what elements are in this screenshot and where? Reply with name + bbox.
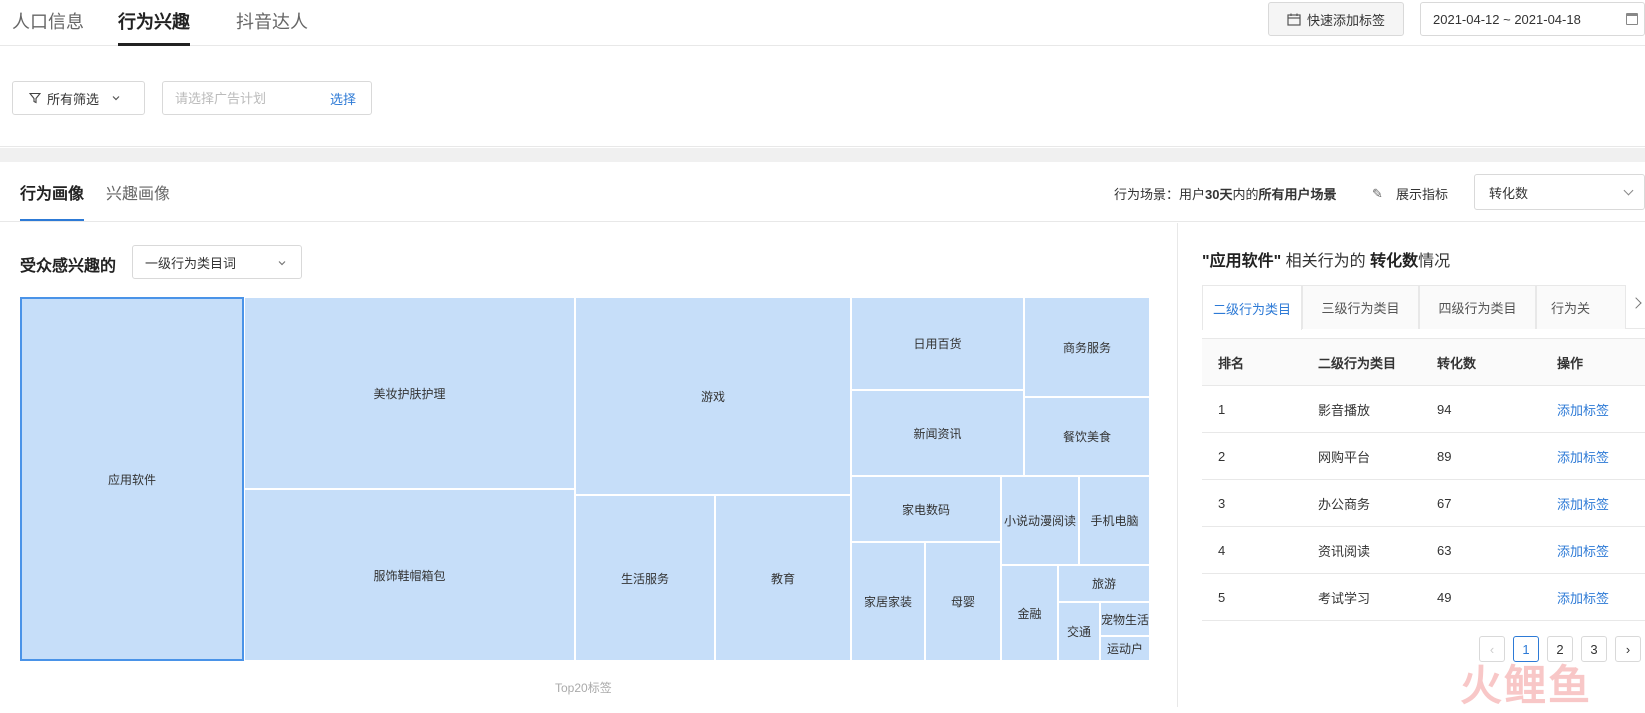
conversions-cell: 49: [1421, 573, 1541, 621]
quick-add-tag-label: 快速添加标签: [1306, 12, 1385, 28]
treemap-cell[interactable]: 手机电脑: [1079, 476, 1150, 565]
category-cell: 考试学习: [1302, 573, 1421, 621]
chevron-down-icon: [112, 96, 120, 101]
conversions-cell: 63: [1421, 526, 1541, 574]
treemap-cell[interactable]: 商务服务: [1024, 297, 1150, 397]
category-level-value: 一级行为类目词: [145, 255, 237, 271]
chevron-down-icon: [278, 261, 286, 266]
chevron-down-icon: [1623, 185, 1634, 196]
next-page-button[interactable]: ›: [1615, 636, 1641, 662]
treemap-cell[interactable]: 应用软件: [20, 297, 244, 661]
tab-behavior-interest[interactable]: 行为兴趣: [118, 8, 190, 46]
select-plan-link[interactable]: 选择: [330, 89, 356, 108]
conversions-cell: 89: [1421, 432, 1541, 480]
quick-add-tag-button[interactable]: 快速添加标签: [1268, 2, 1404, 36]
table-row: 3 办公商务 67 添加标签: [1202, 479, 1645, 527]
tab-level-4[interactable]: 四级行为类目: [1419, 285, 1536, 329]
chevron-right-icon[interactable]: [1630, 297, 1642, 309]
section-divider: [0, 148, 1645, 162]
filter-icon: [29, 92, 41, 104]
treemap-cell[interactable]: 宠物生活: [1100, 602, 1150, 636]
table-row: 1 影音播放 94 添加标签: [1202, 385, 1645, 433]
tab-douyin-influencers[interactable]: 抖音达人: [236, 8, 308, 34]
calendar-icon: [1626, 13, 1638, 25]
date-range-value: 2021-04-12 ~ 2021-04-18: [1433, 11, 1581, 27]
treemap-cell[interactable]: 金融: [1001, 565, 1058, 661]
scene-name[interactable]: 所有用户场景: [1259, 187, 1337, 202]
tab-behavior-portrait[interactable]: 行为画像: [20, 180, 85, 221]
tab-behavior-keyword[interactable]: 行为关: [1536, 285, 1626, 329]
conversions-cell: 67: [1421, 479, 1541, 527]
treemap-cell[interactable]: 服饰鞋帽箱包: [244, 489, 575, 661]
treemap-cell[interactable]: 美妆护肤护理: [244, 297, 575, 489]
behavior-scene-label: 行为场景：用户30天内的所有用户场景: [1114, 187, 1337, 202]
add-tag-link[interactable]: 添加标签: [1541, 479, 1645, 527]
col-category: 二级行为类目: [1302, 338, 1421, 386]
ranking-table: 排名 二级行为类目 转化数 操作 1 影音播放 94 添加标签 2 网购平台 8…: [1202, 338, 1645, 621]
metric-label: 展示指标: [1396, 187, 1449, 202]
filter-row: 所有筛选 选择: [0, 47, 1645, 147]
treemap-cell[interactable]: 母婴: [925, 542, 1001, 661]
table-row: 5 考试学习 49 添加标签: [1202, 573, 1645, 621]
category-level-select[interactable]: 一级行为类目词: [132, 245, 302, 279]
calendar-tag-icon: [1287, 13, 1301, 26]
col-rank: 排名: [1202, 338, 1302, 386]
date-range-picker[interactable]: 2021-04-12 ~ 2021-04-18: [1420, 2, 1645, 36]
treemap-cell[interactable]: 游戏: [575, 297, 851, 495]
treemap-cell[interactable]: 家电数码: [851, 476, 1001, 542]
category-cell: 资讯阅读: [1302, 526, 1421, 574]
table-row: 4 资讯阅读 63 添加标签: [1202, 526, 1645, 574]
rank-cell: 1: [1202, 385, 1302, 433]
detail-title: "应用软件" 相关行为的 转化数情况: [1202, 253, 1451, 270]
watermark-logo: 火鲤鱼: [1460, 662, 1593, 709]
section-header: 行为画像 兴趣画像 行为场景：用户30天内的所有用户场景 ✎ 展示指标 转化数: [0, 162, 1645, 222]
all-filter-dropdown[interactable]: 所有筛选: [12, 81, 145, 115]
treemap: 应用软件 美妆护肤护理 服饰鞋帽箱包 游戏 生活服务 教育 日用百货 商务服务 …: [20, 297, 1150, 661]
treemap-cell[interactable]: 日用百货: [851, 297, 1024, 390]
tab-demographics[interactable]: 人口信息: [12, 8, 84, 34]
treemap-cell[interactable]: 交通: [1058, 602, 1100, 661]
treemap-cell[interactable]: 旅游: [1058, 565, 1150, 602]
treemap-cell[interactable]: 新闻资讯: [851, 390, 1024, 476]
rank-cell: 4: [1202, 526, 1302, 574]
edit-icon[interactable]: ✎: [1372, 186, 1383, 202]
treemap-cell[interactable]: 家居家装: [851, 542, 925, 661]
conversions-cell: 94: [1421, 385, 1541, 433]
add-tag-link[interactable]: 添加标签: [1541, 385, 1645, 433]
rank-cell: 2: [1202, 432, 1302, 480]
table-header-row: 排名 二级行为类目 转化数 操作: [1202, 338, 1645, 386]
metric-select-value: 转化数: [1489, 185, 1529, 201]
tab-level-2[interactable]: 二级行为类目: [1202, 285, 1302, 330]
add-tag-link[interactable]: 添加标签: [1541, 526, 1645, 574]
all-filter-label: 所有筛选: [47, 91, 100, 107]
audience-interest-label: 受众感兴趣的: [20, 258, 117, 275]
metric-select[interactable]: 转化数: [1474, 174, 1645, 210]
detail-panel: "应用软件" 相关行为的 转化数情况 二级行为类目 三级行为类目 四级行为类目 …: [1177, 223, 1645, 707]
category-cell: 影音播放: [1302, 385, 1421, 433]
top-nav: 人口信息 行为兴趣 抖音达人 快速添加标签 2021-04-12 ~ 2021-…: [0, 0, 1645, 46]
tab-interest-portrait[interactable]: 兴趣画像: [106, 180, 170, 204]
treemap-cell[interactable]: 小说动漫阅读: [1001, 476, 1079, 565]
treemap-caption: Top20标签: [555, 681, 612, 695]
category-level-tabs: 二级行为类目 三级行为类目 四级行为类目 行为关: [1202, 285, 1645, 330]
treemap-cell[interactable]: 教育: [715, 495, 851, 661]
category-cell: 办公商务: [1302, 479, 1421, 527]
rank-cell: 5: [1202, 573, 1302, 621]
treemap-cell[interactable]: 生活服务: [575, 495, 715, 661]
add-tag-link[interactable]: 添加标签: [1541, 432, 1645, 480]
treemap-cell[interactable]: 餐饮美食: [1024, 397, 1150, 476]
col-action: 操作: [1541, 338, 1645, 386]
treemap-panel: 受众感兴趣的 一级行为类目词 应用软件 美妆护肤护理 服饰鞋帽箱包 游戏 生活服…: [0, 223, 1176, 707]
category-cell: 网购平台: [1302, 432, 1421, 480]
tab-level-3[interactable]: 三级行为类目: [1302, 285, 1419, 329]
col-conversions: 转化数: [1421, 338, 1541, 386]
rank-cell: 3: [1202, 479, 1302, 527]
add-tag-link[interactable]: 添加标签: [1541, 573, 1645, 621]
treemap-cell[interactable]: 运动户: [1100, 636, 1150, 661]
table-row: 2 网购平台 89 添加标签: [1202, 432, 1645, 480]
